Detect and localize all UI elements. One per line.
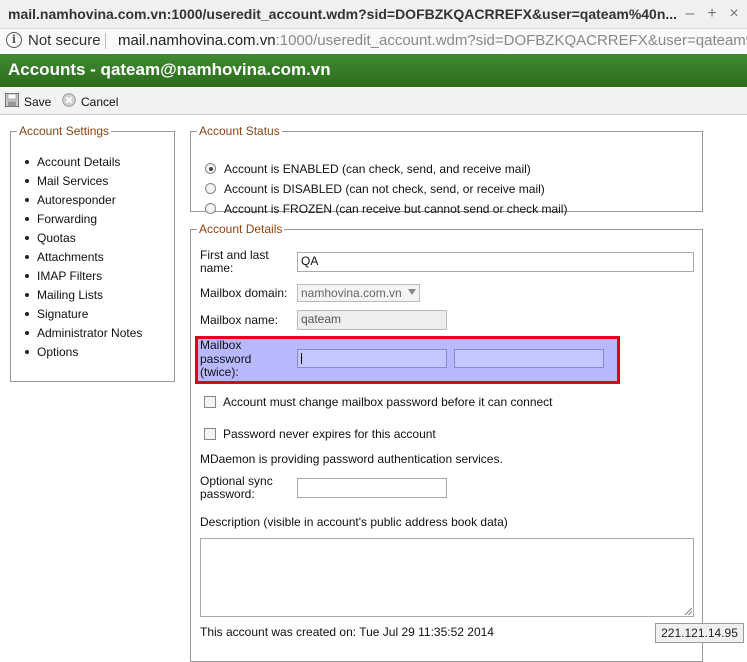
- url-path: :1000/useredit_account.wdm?sid=DOFBZKQAC…: [275, 32, 747, 49]
- sync-password-label-line2: password:: [200, 487, 255, 501]
- radio-enabled[interactable]: [205, 163, 216, 174]
- auth-info-text: MDaemon is providing password authentica…: [200, 452, 503, 466]
- description-textarea[interactable]: [200, 538, 694, 617]
- sync-password-input[interactable]: [297, 478, 447, 498]
- description-label: Description (visible in account's public…: [200, 515, 508, 529]
- maximize-icon[interactable]: +: [702, 4, 722, 24]
- resize-handle-icon[interactable]: [685, 608, 692, 615]
- mailbox-name-label: Mailbox name:: [200, 313, 279, 327]
- window-titlebar: mail.namhovina.com.vn:1000/useredit_acco…: [0, 0, 747, 29]
- never-expires-label: Password never expires for this account: [223, 427, 436, 441]
- nav-item-autoresponder[interactable]: Autoresponder: [11, 192, 174, 211]
- ip-status-tooltip: 221.121.14.95: [655, 623, 744, 643]
- radio-frozen[interactable]: [205, 203, 216, 214]
- text-cursor: [301, 353, 302, 364]
- full-name-label-line2: name:: [200, 261, 234, 275]
- info-icon[interactable]: i: [6, 32, 22, 48]
- settings-nav-list: Account Details Mail Services Autorespon…: [11, 154, 174, 363]
- mailbox-domain-label: Mailbox domain:: [200, 286, 288, 300]
- radio-disabled[interactable]: [205, 183, 216, 194]
- toolbar: Save Cancel: [0, 88, 747, 115]
- mailbox-password-label: Mailbox password (twice):: [200, 338, 252, 380]
- account-settings-panel: Account Settings Account Details Mail Se…: [10, 124, 175, 382]
- close-icon[interactable]: ×: [724, 4, 744, 24]
- save-icon: [5, 93, 19, 107]
- address-bar[interactable]: i Not secure mail.namhovina.com.vn:1000/…: [0, 29, 747, 53]
- password-label-line1: Mailbox: [200, 338, 242, 352]
- never-expires-checkbox[interactable]: [204, 428, 216, 440]
- security-label[interactable]: Not secure: [28, 32, 101, 49]
- nav-item-imap-filters[interactable]: IMAP Filters: [11, 268, 174, 287]
- account-created-text: This account was created on: Tue Jul 29 …: [200, 625, 494, 639]
- account-details-legend: Account Details: [199, 222, 283, 236]
- password-label-line3: (twice):: [200, 365, 239, 379]
- page-title: Accounts - qateam@namhovina.com.vn: [8, 60, 331, 79]
- password-confirm-input[interactable]: [454, 349, 604, 368]
- save-button[interactable]: Save: [5, 92, 55, 110]
- must-change-checkbox[interactable]: [204, 396, 216, 408]
- password-input[interactable]: [297, 349, 447, 368]
- url-host: mail.namhovina.com.vn: [118, 32, 276, 49]
- nav-item-administrator-notes[interactable]: Administrator Notes: [11, 325, 174, 344]
- full-name-input[interactable]: QA: [297, 252, 694, 272]
- sync-password-label: Optional sync password:: [200, 475, 273, 501]
- cancel-button[interactable]: Cancel: [62, 92, 122, 110]
- password-label-line2: password: [200, 351, 252, 366]
- account-status-panel: Account Status Account is ENABLED (can c…: [190, 124, 703, 216]
- page-header: Accounts - qateam@namhovina.com.vn: [0, 54, 747, 87]
- mailbox-domain-select[interactable]: namhovina.com.vn: [297, 284, 420, 302]
- account-status-legend: Account Status: [199, 124, 280, 138]
- url-text[interactable]: mail.namhovina.com.vn:1000/useredit_acco…: [118, 32, 747, 49]
- nav-item-quotas[interactable]: Quotas: [11, 230, 174, 249]
- must-change-label: Account must change mailbox password bef…: [223, 395, 553, 409]
- mailbox-domain-value: namhovina.com.vn: [301, 286, 402, 300]
- window-title: mail.namhovina.com.vn:1000/useredit_acco…: [8, 6, 678, 22]
- full-name-label: First and last name:: [200, 249, 269, 275]
- mailbox-name-input[interactable]: qateam: [297, 310, 447, 330]
- cancel-icon: [62, 93, 76, 107]
- nav-item-options[interactable]: Options: [11, 344, 174, 363]
- address-divider: [105, 33, 106, 49]
- status-enabled-label: Account is ENABLED (can check, send, and…: [224, 162, 531, 176]
- nav-item-account-details[interactable]: Account Details: [11, 154, 174, 173]
- nav-item-attachments[interactable]: Attachments: [11, 249, 174, 268]
- nav-item-forwarding[interactable]: Forwarding: [11, 211, 174, 230]
- save-label: Save: [24, 95, 52, 109]
- nav-item-mailing-lists[interactable]: Mailing Lists: [11, 287, 174, 306]
- nav-item-signature[interactable]: Signature: [11, 306, 174, 325]
- cancel-label: Cancel: [81, 95, 119, 109]
- nav-item-mail-services[interactable]: Mail Services: [11, 173, 174, 192]
- account-settings-legend: Account Settings: [19, 124, 110, 138]
- status-disabled-label: Account is DISABLED (can not check, send…: [224, 182, 545, 196]
- minimize-icon[interactable]: –: [680, 4, 700, 24]
- status-frozen-label: Account is FROZEN (can receive but canno…: [224, 202, 568, 216]
- chevron-down-icon: [408, 289, 416, 295]
